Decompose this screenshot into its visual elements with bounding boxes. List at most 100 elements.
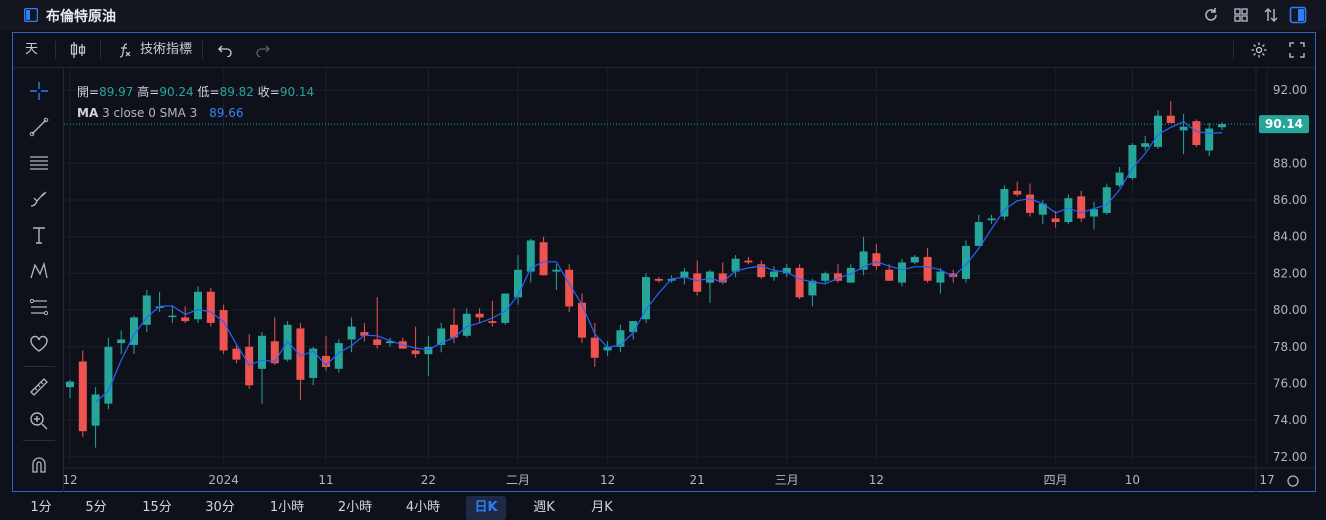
candle-body [885,269,894,281]
candle-body [680,271,689,278]
candle-body [488,321,497,323]
toolbar-divider [55,41,56,59]
chart-toolbar: 天 技術指標 [13,33,1315,68]
candle-body [475,313,484,318]
candle-body [1064,198,1073,223]
candle-body [1000,189,1009,217]
candlestick-type-icon[interactable] [69,41,87,59]
candle-body [1192,121,1201,146]
measure-range-icon[interactable] [28,296,50,318]
price-tick-label: 92.00 [1273,83,1307,97]
candle-body [693,273,702,292]
candle-body [1205,128,1214,151]
horizontal-lines-icon[interactable] [28,152,50,174]
candle-body [1179,126,1188,131]
timeframe-5m[interactable]: 5分 [80,496,112,520]
sidebar-toggle-icon[interactable] [1289,6,1307,24]
candle-body [66,381,74,388]
candle-body [1102,187,1111,213]
layout-grid-icon[interactable] [1232,6,1250,24]
price-tick-label: 84.00 [1273,230,1307,244]
timeframe-1m[interactable]: 1分 [26,496,56,520]
candle-body [1154,115,1162,147]
undo-icon[interactable] [218,43,232,57]
candle-body [347,326,356,340]
time-tick-label: 22 [421,473,436,487]
timeframe-daily[interactable]: 日K [466,496,506,520]
window-titlebar: 布倫特原油 [0,0,1326,30]
candle-body [206,291,215,323]
candle-body [590,337,599,358]
candle-body [552,269,561,272]
candle-body [245,346,254,386]
candle-body [181,317,190,322]
last-price-label: 90.14 [1265,117,1303,131]
candle-body [821,273,830,281]
price-chart[interactable]: 92.00 88.00 86.00 84.00 82.00 80.00 78.00 76.00… [64,68,1315,492]
timeframe-2h[interactable]: 2小時 [332,496,378,520]
function-fx-icon[interactable] [117,42,133,58]
trend-line-icon[interactable] [28,116,50,138]
candle-body [1077,196,1086,219]
candle-body [898,262,906,283]
time-tick-label: 12 [869,473,884,487]
candle-body [258,335,266,369]
drawing-toolbar [13,68,64,492]
ohlc-legend: 開=89.97 高=90.24 低=89.82 收=90.14 [77,83,314,100]
low-label: 低= [197,85,220,99]
settings-gear-icon[interactable] [1250,41,1268,59]
heart-icon[interactable] [28,332,50,354]
redo-icon[interactable] [256,43,270,57]
indicators-button[interactable]: 技術指標 [140,33,192,67]
timeframe-monthly[interactable]: 月K [582,496,622,520]
candle-body [1141,143,1150,147]
toolbar-divider [23,440,55,441]
interval-button[interactable]: 天 [25,33,38,67]
timeframe-1h[interactable]: 1小時 [264,496,310,520]
candle-body [731,258,740,272]
candle-body [168,315,177,318]
zoom-in-icon[interactable] [28,410,50,432]
timeframe-4h[interactable]: 4小時 [400,496,446,520]
price-tick-label: 74.00 [1273,413,1307,427]
window-title: 布倫特原油 [46,9,116,25]
price-tick-label: 72.00 [1273,450,1307,464]
candle-body [1051,218,1060,223]
timeframe-15m[interactable]: 15分 [138,496,176,520]
ma-legend[interactable]: MA 3 close 0 SMA 3 89.66 [77,106,244,120]
sort-arrows-icon[interactable] [1262,6,1280,24]
price-tick-label: 86.00 [1273,193,1307,207]
timeframe-30m[interactable]: 30分 [200,496,240,520]
time-tick-label: 12 [600,473,615,487]
toolbar-divider [202,41,203,59]
low-value: 89.82 [219,85,254,99]
open-label: 開= [77,85,100,99]
open-value: 89.97 [99,85,134,99]
candle-body [194,291,202,320]
crosshair-icon[interactable] [28,80,50,102]
high-label: 高= [137,85,160,99]
timeframe-weekly[interactable]: 週K [524,496,564,520]
brush-icon[interactable] [28,188,50,210]
candle-body [872,253,881,267]
magnet-icon[interactable] [28,454,50,476]
high-value: 90.24 [159,85,194,99]
candle-body [219,310,228,351]
price-tick-label: 76.00 [1273,376,1307,390]
candle-body [232,348,241,360]
time-tick-label: 10 [1125,473,1140,487]
time-tick-label: 21 [690,473,705,487]
candle-body [770,271,778,278]
time-tick-label: 四月 [1044,473,1068,487]
ruler-icon[interactable] [28,376,50,398]
text-tool-icon[interactable] [28,224,50,246]
price-tick-label: 80.00 [1273,303,1307,317]
toolbar-divider [1233,41,1234,59]
fullscreen-icon[interactable] [1289,42,1305,58]
candle-body [104,346,113,404]
pattern-icon[interactable] [28,260,50,282]
refresh-icon[interactable] [1202,6,1220,24]
toolbar-divider [100,41,101,59]
close-label: 收= [257,85,280,99]
price-tick-label: 82.00 [1273,266,1307,280]
